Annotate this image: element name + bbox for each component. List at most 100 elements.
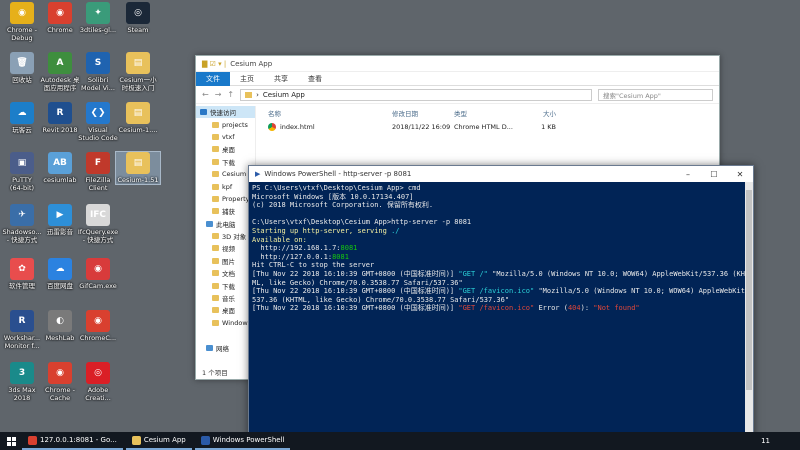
app-icon: ◎ <box>126 2 150 24</box>
app-icon: S <box>86 52 110 74</box>
console-text: Available on: <box>252 235 307 244</box>
sidebar-item[interactable]: 下载 <box>196 279 255 291</box>
sidebar-item[interactable]: 网络 <box>196 341 255 353</box>
sidebar-item[interactable]: 音乐 <box>196 292 255 304</box>
app-icon: 3 <box>10 362 34 384</box>
scrollbar-thumb[interactable] <box>746 190 752 390</box>
sidebar-item-label: 3D 对象 <box>222 233 247 242</box>
up-arrow-icon[interactable]: ↑ <box>227 90 234 99</box>
app-icon: AB <box>48 152 72 174</box>
sidebar-item-label: 音乐 <box>222 295 235 304</box>
sidebar-item[interactable]: 此电脑 <box>196 218 255 230</box>
close-icon[interactable]: ✕ <box>727 170 753 179</box>
powershell-title-bar[interactable]: ▶ Windows PowerShell - http-server -p 80… <box>249 166 753 182</box>
taskbar-clock[interactable]: 11 <box>761 437 770 445</box>
console-text: http://127.0.0.1: <box>252 252 333 261</box>
column-header-size[interactable]: 大小 <box>516 108 556 118</box>
desktop-icon[interactable]: ◎ Steam <box>116 2 160 34</box>
desktop-icon[interactable]: ▤ Cesium一小 时极速入门 <box>116 52 160 92</box>
console-text: 404 <box>567 304 581 313</box>
sidebar-item-label: 桌面 <box>222 146 235 155</box>
desktop-icon[interactable]: IFC IfcQuery.exe - 快捷方式 <box>76 204 120 244</box>
sidebar-item-label: 文档 <box>222 270 235 279</box>
taskbar-item[interactable]: 127.0.0.1:8081 - Go... <box>22 432 123 450</box>
console-line: ML, like Gecko) Chrome/70.0.3538.77 Safa… <box>252 279 750 288</box>
forward-arrow-icon[interactable]: → <box>215 90 222 99</box>
file-modified: 2018/11/22 16:09 <box>392 123 451 131</box>
sidebar-item[interactable] <box>196 329 255 341</box>
desktop-icon[interactable]: ▤ Cesium-1.51 <box>115 151 161 185</box>
sidebar-item[interactable]: Windows <box>196 317 255 329</box>
console-line: Hit CTRL-C to stop the server <box>252 261 750 270</box>
start-button[interactable] <box>0 432 22 450</box>
console-scrollbar[interactable] <box>745 182 753 449</box>
file-size: 1 KB <box>541 123 556 131</box>
sidebar-item[interactable]: 快速访问 <box>196 106 255 119</box>
file-name-cell: index.html <box>258 123 392 131</box>
address-bar[interactable]: › Cesium App <box>240 88 592 101</box>
folder-icon <box>212 319 219 326</box>
desktop-icon-label: Cesium-1.51 <box>117 176 159 184</box>
taskbar-item[interactable]: Windows PowerShell <box>194 432 291 450</box>
app-icon: ✿ <box>10 258 34 280</box>
column-header-name[interactable]: 名称 <box>258 108 392 118</box>
taskbar-item-label: Windows PowerShell <box>212 436 285 444</box>
console-text: Microsoft Windows [版本 10.0.17134.407] <box>252 192 414 201</box>
desktop-icon[interactable]: ▤ Cesium-1.... <box>116 102 160 134</box>
explorer-title-bar[interactable]: ▇ ☑ ▾ | Cesium App <box>196 56 719 72</box>
sidebar-item[interactable]: Cesium <box>196 168 255 180</box>
ribbon-tab-share[interactable]: 共享 <box>264 72 298 86</box>
desktop-icon-label: Solibri Model Vi... <box>81 76 115 92</box>
back-arrow-icon[interactable]: ← <box>202 90 209 99</box>
sidebar-item[interactable]: projects <box>196 118 255 130</box>
table-row[interactable]: index.html 2018/11/22 16:09 Chrome HTML … <box>258 120 719 134</box>
star-icon <box>206 344 213 351</box>
folder-icon <box>212 257 219 264</box>
ribbon-tab-home[interactable]: 主页 <box>230 72 264 86</box>
ribbon-tab-file[interactable]: 文件 <box>196 71 230 86</box>
column-header-type[interactable]: 类型 <box>454 108 516 118</box>
ribbon-tab-view[interactable]: 查看 <box>298 72 332 86</box>
sidebar-item[interactable]: 桌面 <box>196 143 255 155</box>
taskbar-item[interactable]: Cesium App <box>125 432 192 450</box>
sidebar-item-label: vtxf <box>222 132 235 141</box>
quick-access-toolbar-icon[interactable]: ▇ ☑ ▾ | <box>202 60 226 68</box>
search-input[interactable]: 搜索"Cesium App" <box>598 88 713 101</box>
app-icon: R <box>48 102 72 124</box>
sidebar-item[interactable]: 桌面 <box>196 304 255 316</box>
app-icon: ◉ <box>86 310 110 332</box>
sidebar-item[interactable]: 视频 <box>196 242 255 254</box>
sidebar-item[interactable]: 捕获 <box>196 205 255 217</box>
desktop-icon[interactable]: S Solibri Model Vi... <box>76 52 120 92</box>
column-header-modified[interactable]: 修改日期 <box>392 108 454 118</box>
console-line: Starting up http-server, serving ./ <box>252 227 750 236</box>
sidebar-item[interactable]: 3D 对象 <box>196 230 255 242</box>
console-output[interactable]: PS C:\Users\vtxf\Desktop\Cesium App> cmd… <box>249 182 753 315</box>
sidebar-item-label: 下载 <box>222 158 235 167</box>
desktop-icon-label: Adobe Creati... <box>85 386 111 402</box>
desktop-icon-label: Visual Studio Code <box>78 126 118 142</box>
powershell-window[interactable]: ▶ Windows PowerShell - http-server -p 80… <box>248 165 754 450</box>
sidebar-item[interactable]: vtxf <box>196 131 255 143</box>
desktop-icon[interactable]: ◉ ChromeC... <box>76 310 120 342</box>
desktop-icon[interactable]: ❮❯ Visual Studio Code <box>76 102 120 142</box>
minimize-icon[interactable]: – <box>675 170 701 179</box>
star-icon <box>200 109 207 116</box>
console-text: [Thu Nov 22 2018 16:10:39 GMT+0800 (中国标准… <box>252 287 459 296</box>
maximize-icon[interactable]: ☐ <box>701 170 727 179</box>
sidebar-item[interactable]: Property <box>196 193 255 205</box>
sidebar-item[interactable]: 文档 <box>196 267 255 279</box>
app-icon: ◉ <box>48 2 72 24</box>
powershell-title: Windows PowerShell - http-server -p 8081 <box>264 170 412 178</box>
sidebar-item[interactable]: 图片 <box>196 255 255 267</box>
sidebar-item[interactable]: kpf <box>196 180 255 192</box>
desktop-icon[interactable]: ◎ Adobe Creati... <box>76 362 120 402</box>
folder-icon <box>212 307 219 314</box>
console-text: "Mozilla/5.0 (Windows NT 10.0; WOW64) Ap… <box>534 287 750 296</box>
app-icon: ▤ <box>126 152 150 174</box>
sidebar-item[interactable]: 下载 <box>196 156 255 168</box>
console-line: PS C:\Users\vtxf\Desktop\Cesium App> cmd <box>252 184 750 193</box>
desktop-icon[interactable]: ◉ GifCam.exe <box>76 258 120 290</box>
desktop-icon[interactable]: ✦ 3dtiles-gl... <box>76 2 120 34</box>
desktop-icon[interactable]: F FileZilla Client <box>76 152 120 192</box>
